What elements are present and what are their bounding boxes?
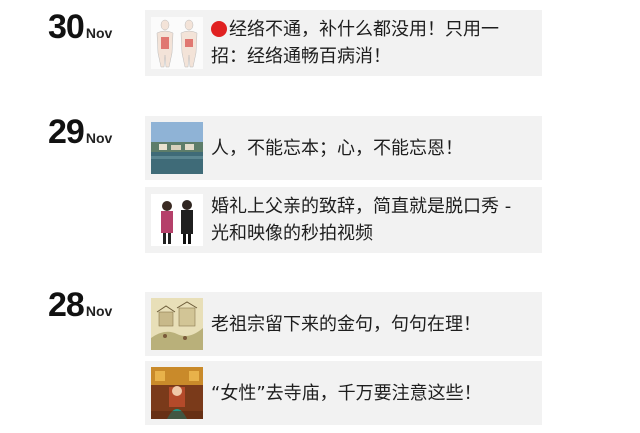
article-thumbnail xyxy=(151,122,203,174)
article-title[interactable]: 人，不能忘本；心，不能忘恩！ xyxy=(211,135,463,162)
landscape-village-photo-icon xyxy=(151,122,203,174)
date-day: 30 xyxy=(48,8,85,46)
temple-woman-photo-icon xyxy=(151,367,203,419)
red-circle-icon xyxy=(211,21,227,37)
date-label: 30 Nov xyxy=(48,8,112,47)
article-thumbnail xyxy=(151,17,203,69)
article-title[interactable]: 老祖宗留下来的金句，句句在理！ xyxy=(211,311,481,338)
article-card[interactable]: 人，不能忘本；心，不能忘恩！ xyxy=(145,116,542,180)
article-thumbnail xyxy=(151,298,203,350)
article-title[interactable]: 经络不通，补什么都没用！只用一招：经络通畅百病消！ xyxy=(211,16,532,70)
article-card[interactable]: 老祖宗留下来的金句，句句在理！ xyxy=(145,292,542,356)
date-day: 29 xyxy=(48,113,85,151)
article-title[interactable]: “女性”去寺庙，千万要注意这些！ xyxy=(211,380,482,407)
article-title[interactable]: 婚礼上父亲的致辞，简直就是脱口秀 - 光和映像的秒拍视频 xyxy=(211,193,532,247)
two-people-speech-photo-icon xyxy=(151,194,203,246)
article-thumbnail xyxy=(151,194,203,246)
date-month: Nov xyxy=(85,130,113,146)
date-month: Nov xyxy=(85,303,113,319)
article-card[interactable]: 经络不通，补什么都没用！只用一招：经络通畅百病消！ xyxy=(145,10,542,76)
ancient-painting-scene-icon xyxy=(151,298,203,350)
date-day: 28 xyxy=(48,286,85,324)
meridian-body-diagram-icon xyxy=(151,17,203,69)
article-thumbnail xyxy=(151,367,203,419)
date-label: 29 Nov xyxy=(48,113,112,152)
date-label: 28 Nov xyxy=(48,286,112,325)
date-month: Nov xyxy=(85,25,113,41)
article-card[interactable]: 婚礼上父亲的致辞，简直就是脱口秀 - 光和映像的秒拍视频 xyxy=(145,187,542,253)
article-card[interactable]: “女性”去寺庙，千万要注意这些！ xyxy=(145,361,542,425)
